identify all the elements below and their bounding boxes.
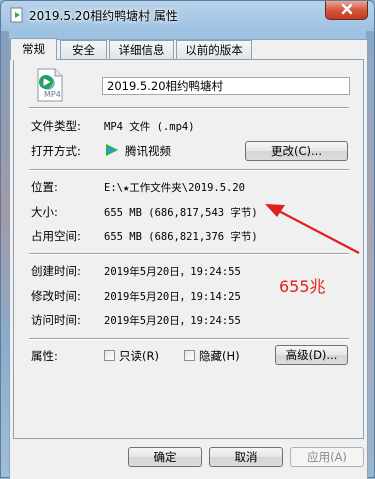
opens-with-app: 腾讯视频: [125, 144, 171, 158]
close-button[interactable]: [325, 1, 368, 20]
accessed-value: 2019年5月20日，19:24:55: [104, 315, 241, 327]
ok-button[interactable]: 确定: [128, 447, 202, 467]
modified-label: 修改时间:: [31, 289, 81, 303]
tab-previous-versions[interactable]: 以前的版本: [176, 40, 252, 59]
size-label: 大小:: [31, 205, 58, 219]
separator: [29, 107, 349, 109]
created-label: 创建时间:: [31, 264, 81, 278]
attributes-label: 属性:: [31, 349, 58, 363]
window-title: 2019.5.20相约鸭塘村 属性: [29, 9, 178, 23]
apply-button[interactable]: 应用(A): [290, 447, 364, 467]
readonly-checkbox[interactable]: [104, 350, 115, 361]
modified-value: 2019年5月20日，19:14:25: [104, 291, 241, 303]
annotation-text: 655兆: [279, 277, 326, 296]
properties-window: 2019.5.20相约鸭塘村 属性 常规 安全 详细信息 以前的版本 MP4 2…: [0, 0, 375, 479]
size-on-disk-value: 655 MB (686,821,376 字节): [104, 231, 258, 243]
cancel-button[interactable]: 取消: [209, 447, 283, 467]
file-type-label: 文件类型:: [31, 119, 81, 133]
hidden-label[interactable]: 隐藏(H): [199, 348, 240, 364]
tab-label: 安全: [72, 43, 95, 57]
tab-label: 以前的版本: [185, 43, 243, 57]
tab-label: 常规: [22, 42, 45, 56]
video-file-icon: [9, 7, 25, 23]
file-icon-caption: MP4: [44, 90, 61, 99]
size-value: 655 MB (686,817,543 字节): [104, 207, 258, 219]
tab-label: 详细信息: [118, 43, 165, 57]
created-value: 2019年5月20日，19:24:55: [104, 266, 241, 278]
file-name-field[interactable]: 2019.5.20相约鸭塘村: [102, 77, 350, 95]
size-on-disk-label: 占用空间:: [31, 229, 81, 243]
tab-security[interactable]: 安全: [60, 40, 107, 59]
annotation-arrow: [265, 204, 360, 254]
readonly-label[interactable]: 只读(R): [119, 348, 159, 364]
accessed-label: 访问时间:: [31, 313, 81, 327]
title-bar[interactable]: 2019.5.20相约鸭塘村 属性: [1, 1, 374, 29]
advanced-button[interactable]: 高级(D)...: [275, 345, 348, 365]
separator: [29, 338, 349, 340]
separator: [29, 169, 349, 171]
tencent-video-icon: [104, 142, 120, 158]
file-type-value: MP4 文件 (.mp4): [104, 121, 195, 133]
change-button[interactable]: 更改(C)...: [245, 141, 348, 161]
tab-general[interactable]: 常规: [10, 38, 57, 60]
opens-with-label: 打开方式:: [31, 144, 81, 158]
hidden-checkbox[interactable]: [184, 350, 195, 361]
close-icon: [340, 3, 354, 18]
location-value: E:\★工作文件夹\2019.5.20: [104, 182, 246, 194]
background-edge-left: [1, 31, 9, 477]
location-label: 位置:: [31, 180, 58, 194]
tab-details[interactable]: 详细信息: [109, 40, 174, 59]
mp4-file-icon: MP4: [35, 68, 65, 102]
